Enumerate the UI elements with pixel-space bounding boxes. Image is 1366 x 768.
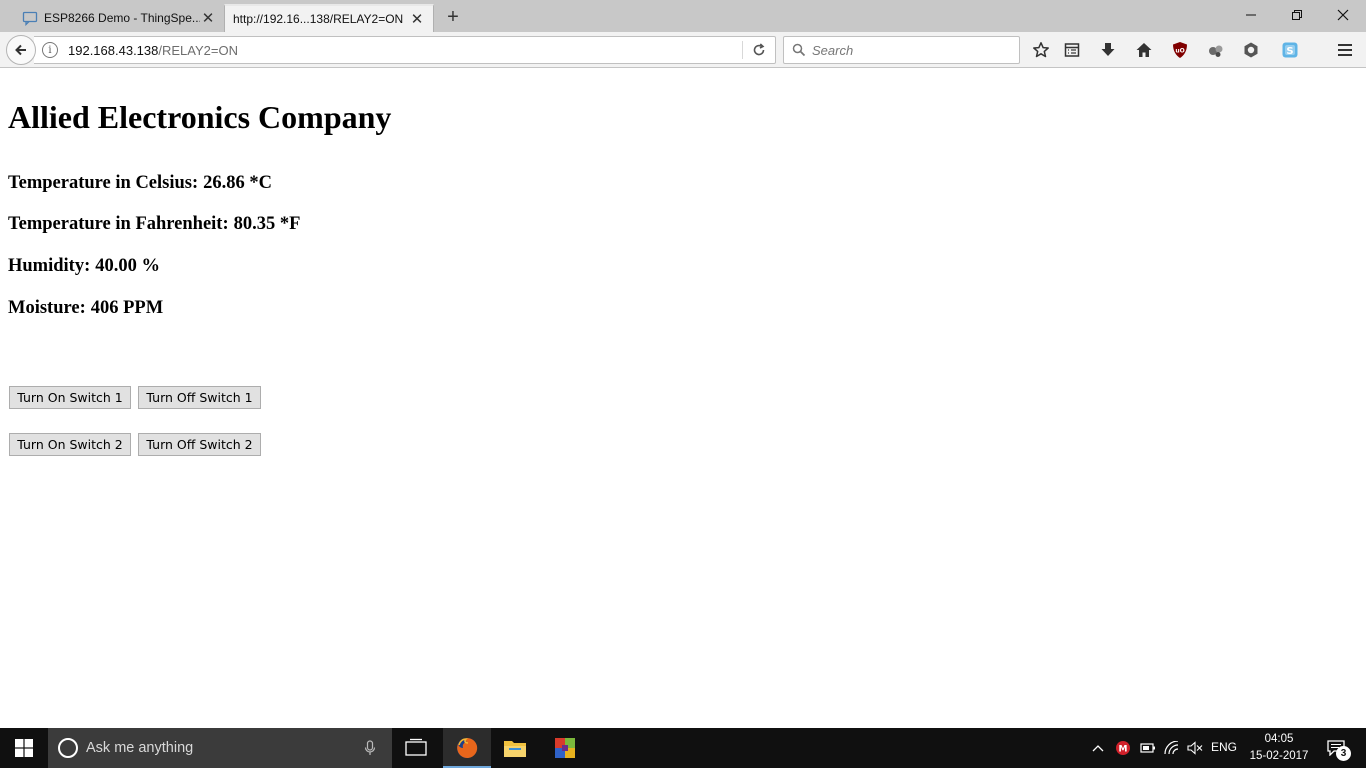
arrow-left-icon	[15, 44, 26, 56]
svg-text:M: M	[1119, 745, 1128, 755]
close-window-icon[interactable]	[1320, 0, 1366, 30]
navigation-bar: i 192.168.43.138/RELAY2=ON uO S	[0, 32, 1366, 68]
fahrenheit-reading: Temperature in Fahrenheit: 80.35 *F	[8, 214, 300, 235]
reload-icon[interactable]	[748, 40, 770, 60]
reading-label: Moisture:	[8, 298, 86, 318]
home-icon[interactable]	[1132, 38, 1156, 62]
extension-icon[interactable]	[1204, 38, 1228, 62]
new-tab-icon[interactable]: +	[440, 4, 466, 30]
volume-muted-icon[interactable]	[1186, 740, 1204, 756]
search-icon	[792, 43, 806, 57]
tab-thingspeak[interactable]: ESP8266 Demo - ThingSpe... ✕	[14, 4, 224, 32]
web-page: Allied Electronics Company Temperature i…	[0, 69, 1366, 728]
turn-off-switch-1-button[interactable]: Turn Off Switch 1	[138, 386, 261, 409]
back-button[interactable]	[6, 35, 36, 65]
reading-label: Temperature in Fahrenheit:	[8, 214, 229, 234]
task-view-icon[interactable]	[404, 738, 428, 758]
reading-label: Humidity:	[8, 256, 91, 276]
reading-value: 80.35 *F	[233, 214, 301, 234]
cortana-search-box[interactable]: Ask me anything	[48, 728, 392, 768]
firefox-taskbar-button[interactable]	[443, 728, 491, 768]
cortana-icon	[58, 738, 78, 758]
celsius-reading: Temperature in Celsius: 26.86 *C	[8, 173, 272, 194]
wifi-icon[interactable]	[1163, 740, 1181, 756]
reading-label: Temperature in Celsius:	[8, 173, 199, 193]
antivirus-tray-icon[interactable]: M	[1114, 740, 1132, 756]
downloads-icon[interactable]	[1096, 38, 1120, 62]
bookmark-star-icon[interactable]	[1029, 38, 1053, 62]
reading-value: 40.00 %	[95, 256, 160, 276]
url-text[interactable]: 192.168.43.138/RELAY2=ON	[68, 43, 238, 58]
minimize-icon[interactable]	[1228, 0, 1274, 30]
colored-tiles-icon	[555, 738, 575, 758]
extension-icon[interactable]	[1239, 38, 1263, 62]
search-bar[interactable]	[783, 36, 1020, 64]
system-clock[interactable]: 04:05 15-02-2017	[1244, 731, 1314, 765]
humidity-reading: Humidity: 40.00 %	[8, 256, 160, 277]
close-tab-icon[interactable]: ✕	[200, 10, 216, 27]
reading-value: 406 PPM	[90, 298, 164, 318]
cortana-search-text: Ask me anything	[86, 740, 194, 756]
url-divider	[742, 41, 743, 59]
file-explorer-taskbar-button[interactable]	[491, 728, 539, 768]
restore-icon[interactable]	[1274, 0, 1320, 30]
chat-bubble-icon	[22, 10, 38, 26]
menu-icon[interactable]	[1333, 38, 1357, 62]
tab-relay[interactable]: http://192.16...138/RELAY2=ON ✕	[224, 4, 434, 32]
tab-title: ESP8266 Demo - ThingSpe...	[44, 11, 200, 25]
reading-list-icon[interactable]	[1060, 38, 1084, 62]
firefox-icon	[457, 737, 478, 758]
reading-value: 26.86 *C	[203, 173, 273, 193]
clock-time: 04:05	[1264, 733, 1294, 745]
turn-off-switch-2-button[interactable]: Turn Off Switch 2	[138, 433, 261, 456]
action-center-icon[interactable]: 3	[1320, 734, 1352, 762]
skype-icon[interactable]: S	[1278, 38, 1302, 62]
windows-start-icon[interactable]	[0, 728, 48, 768]
clock-date: 15-02-2017	[1249, 750, 1309, 762]
search-input[interactable]	[812, 42, 1002, 58]
battery-icon[interactable]	[1139, 740, 1157, 756]
language-indicator[interactable]: ENG	[1211, 740, 1237, 754]
chevron-up-icon[interactable]	[1090, 740, 1106, 756]
page-title: Allied Electronics Company	[8, 99, 392, 135]
close-tab-icon[interactable]: ✕	[409, 11, 425, 28]
url-host: 192.168.43.138	[68, 42, 159, 58]
app-tiles-taskbar-button[interactable]	[541, 728, 589, 768]
moisture-reading: Moisture: 406 PPM	[8, 298, 163, 319]
url-path: /RELAY2=ON	[158, 42, 238, 58]
ublock-icon[interactable]: uO	[1168, 38, 1192, 62]
microphone-icon[interactable]	[364, 740, 376, 759]
info-icon[interactable]: i	[42, 42, 58, 58]
svg-text:S: S	[1286, 46, 1293, 57]
folder-icon	[504, 741, 526, 757]
turn-on-switch-2-button[interactable]: Turn On Switch 2	[9, 433, 131, 456]
tab-strip: ESP8266 Demo - ThingSpe... ✕ http://192.…	[0, 0, 1366, 32]
url-bar[interactable]: i 192.168.43.138/RELAY2=ON	[34, 36, 776, 64]
taskbar: Ask me anything M ENG 04:05 15-02-2017 3	[0, 728, 1366, 768]
svg-text:uO: uO	[1175, 48, 1184, 55]
turn-on-switch-1-button[interactable]: Turn On Switch 1	[9, 386, 131, 409]
tab-title: http://192.16...138/RELAY2=ON	[233, 12, 404, 26]
notification-count-badge: 3	[1336, 746, 1351, 761]
